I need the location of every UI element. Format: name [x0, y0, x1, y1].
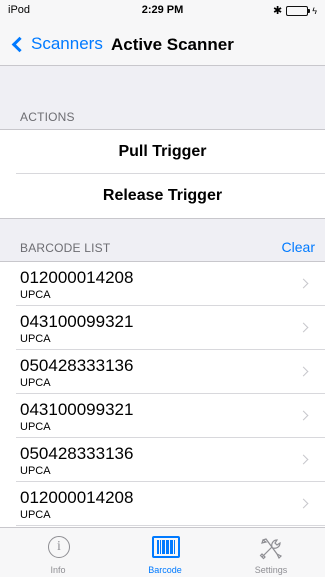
- list-item[interactable]: 043100099321 UPCA: [0, 394, 325, 438]
- battery-icon: [286, 5, 311, 16]
- clear-button[interactable]: Clear: [282, 239, 315, 255]
- list-item[interactable]: 012000014208 UPCA: [0, 262, 325, 306]
- barcode-list: 012000014208 UPCA 043100099321 UPCA 0504…: [0, 262, 325, 527]
- chevron-right-icon: [298, 366, 309, 377]
- status-bar: iPod 2:29 PM ✱ ϟ: [0, 0, 325, 20]
- charging-icon: ϟ: [312, 5, 317, 16]
- divider: [0, 218, 325, 219]
- chevron-right-icon: [298, 498, 309, 509]
- barcode-type: UPCA: [20, 421, 51, 433]
- settings-icon: [259, 538, 283, 560]
- tab-settings-label: Settings: [254, 565, 288, 575]
- navigation-bar: Scanners Active Scanner: [0, 20, 325, 66]
- barcode-value: 050428333136: [20, 356, 134, 375]
- tab-barcode-label: Barcode: [148, 565, 182, 575]
- barcode-icon: [152, 536, 180, 558]
- page-title: Active Scanner: [111, 35, 234, 54]
- actions-section-header: ACTIONS: [0, 102, 325, 130]
- back-button-label: Scanners: [31, 34, 103, 53]
- barcode-value: 050428333136: [20, 444, 134, 463]
- barcode-list-section-header: BARCODE LIST Clear: [0, 233, 325, 261]
- chevron-right-icon: [298, 322, 309, 333]
- pull-trigger-button[interactable]: Pull Trigger: [0, 130, 325, 174]
- tab-info[interactable]: i Info: [4, 528, 112, 577]
- list-item[interactable]: 043100099321 UPCA: [0, 306, 325, 350]
- barcode-type: UPCA: [20, 377, 51, 389]
- chevron-right-icon: [298, 278, 309, 289]
- list-item[interactable]: 050428333136 UPCA: [0, 438, 325, 482]
- tab-barcode[interactable]: Barcode: [111, 528, 219, 577]
- tab-info-label: Info: [50, 565, 66, 575]
- barcode-type: UPCA: [20, 509, 51, 521]
- list-item[interactable]: 012000014208 UPCA: [0, 482, 325, 526]
- barcode-type: UPCA: [20, 465, 51, 477]
- chevron-left-icon: [11, 36, 28, 52]
- barcode-type: UPCA: [20, 289, 51, 301]
- chevron-right-icon: [298, 410, 309, 421]
- barcode-value: 043100099321: [20, 400, 134, 419]
- actions-header-label: ACTIONS: [20, 110, 75, 124]
- status-right: ✱ ϟ: [273, 4, 317, 17]
- barcode-list-header-label: BARCODE LIST: [20, 241, 111, 255]
- list-item[interactable]: 050428333136 UPCA: [0, 350, 325, 394]
- barcode-type: UPCA: [20, 333, 51, 345]
- tab-bar: i Info Barcode Settings: [0, 527, 325, 577]
- release-trigger-button[interactable]: Release Trigger: [0, 174, 325, 218]
- barcode-value: 012000014208: [20, 488, 134, 507]
- back-button[interactable]: Scanners: [10, 34, 103, 54]
- tab-settings[interactable]: Settings: [217, 528, 325, 577]
- info-icon: i: [48, 536, 70, 558]
- bluetooth-icon: ✱: [273, 5, 283, 17]
- barcode-value: 012000014208: [20, 268, 134, 287]
- barcode-value: 043100099321: [20, 312, 134, 331]
- chevron-right-icon: [298, 454, 309, 465]
